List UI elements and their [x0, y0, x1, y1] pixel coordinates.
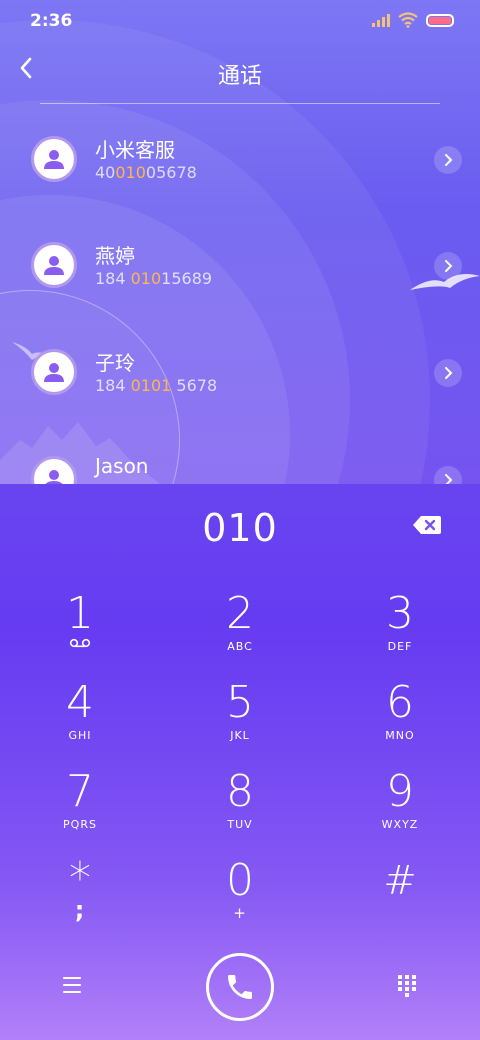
key-letters: ABC [227, 640, 253, 653]
key-digit: 0 [226, 855, 254, 906]
contact-number: 4001005678 [95, 163, 197, 182]
signal-icon [372, 13, 390, 27]
number-prefix: 40 [95, 163, 116, 182]
number-prefix: 184 [95, 269, 131, 288]
person-icon [44, 256, 64, 275]
key-star[interactable]: * ; [20, 855, 140, 935]
contact-row[interactable]: Jason [0, 424, 480, 484]
call-button[interactable] [206, 953, 274, 1021]
battery-icon [426, 13, 454, 27]
key-8[interactable]: 8 TUV [180, 766, 300, 846]
key-9[interactable]: 9 WXYZ [340, 766, 460, 846]
key-pound[interactable]: # [340, 855, 460, 935]
bottom-action-bar [0, 950, 480, 1040]
contact-name: 燕婷 [95, 244, 135, 268]
key-digit: # [383, 858, 417, 904]
menu-button[interactable] [60, 974, 86, 996]
person-icon [45, 470, 63, 484]
contact-number: 184 01015689 [95, 269, 212, 288]
key-digit: 6 [386, 677, 414, 728]
key-3[interactable]: 3 DEF [340, 588, 460, 668]
key-1[interactable]: 1 [20, 588, 140, 668]
key-letters: WXYZ [381, 818, 419, 831]
backspace-icon [413, 516, 441, 534]
dialpad-icon [398, 975, 416, 997]
number-match: 0101 [130, 376, 172, 395]
status-bar: 2:36 [0, 0, 480, 40]
status-icons [372, 12, 454, 28]
key-digit: 1 [66, 588, 94, 639]
header: 通话 [0, 40, 480, 104]
key-digit: 2 [226, 588, 254, 639]
avatar [31, 242, 77, 288]
contact-name: Jason [95, 454, 149, 478]
key-6[interactable]: 6 MNO [340, 677, 460, 757]
key-letters: GHI [68, 729, 92, 742]
key-letters: + [233, 904, 247, 922]
wifi-icon [398, 12, 418, 28]
number-match: 010 [115, 163, 146, 182]
contact-detail-button[interactable] [434, 466, 462, 484]
number-match: 010 [130, 269, 162, 288]
number-suffix: 05678 [145, 163, 197, 182]
key-digit: 9 [386, 766, 414, 817]
phone-icon [228, 975, 252, 999]
number-suffix: 5678 [171, 376, 218, 395]
contact-name: 子玲 [95, 351, 135, 375]
key-letters: ; [74, 896, 86, 924]
chevron-right-icon [445, 154, 453, 166]
menu-icon [63, 977, 81, 993]
key-letters: MNO [385, 729, 415, 742]
backspace-button[interactable] [412, 514, 442, 538]
avatar [31, 349, 77, 395]
contact-row[interactable]: 子玲 184 0101 5678 [0, 317, 480, 423]
contact-row[interactable]: 小米客服 4001005678 [0, 104, 480, 210]
contact-detail-button[interactable] [434, 359, 462, 387]
key-2[interactable]: 2 ABC [180, 588, 300, 668]
key-5[interactable]: 5 JKL [180, 677, 300, 757]
key-digit: 7 [66, 766, 94, 817]
key-7[interactable]: 7 PQRS [20, 766, 140, 846]
key-letters: PQRS [63, 818, 97, 831]
key-letters: DEF [387, 640, 413, 653]
page-title: 通话 [217, 64, 262, 89]
key-digit: 8 [226, 766, 254, 817]
key-0[interactable]: 0 + [180, 855, 300, 935]
contact-detail-button[interactable] [434, 146, 462, 174]
chevron-right-icon [445, 260, 453, 272]
number-prefix: 184 [95, 376, 131, 395]
chevron-right-icon [445, 474, 453, 484]
person-icon [44, 150, 64, 169]
key-digit: 5 [226, 677, 254, 728]
contact-list: 小米客服 4001005678 燕婷 184 01015689 子玲 184 0… [0, 104, 480, 484]
status-time: 2:36 [30, 11, 73, 31]
key-digit: 4 [66, 677, 94, 728]
contact-number: 184 0101 5678 [95, 376, 217, 395]
avatar [31, 456, 77, 484]
key-digit: 3 [386, 588, 414, 639]
contact-row[interactable]: 燕婷 184 01015689 [0, 210, 480, 316]
dialpad-toggle-button[interactable] [394, 972, 420, 998]
person-icon [44, 363, 64, 382]
key-4[interactable]: 4 GHI [20, 677, 140, 757]
chevron-right-icon [445, 367, 453, 379]
number-suffix: 15689 [161, 269, 213, 288]
contact-detail-button[interactable] [434, 252, 462, 280]
dialed-number: 010 [202, 506, 278, 550]
key-letters: JKL [230, 729, 250, 742]
key-letters: TUV [227, 818, 253, 831]
avatar [31, 136, 77, 182]
contact-name: 小米客服 [95, 138, 175, 162]
